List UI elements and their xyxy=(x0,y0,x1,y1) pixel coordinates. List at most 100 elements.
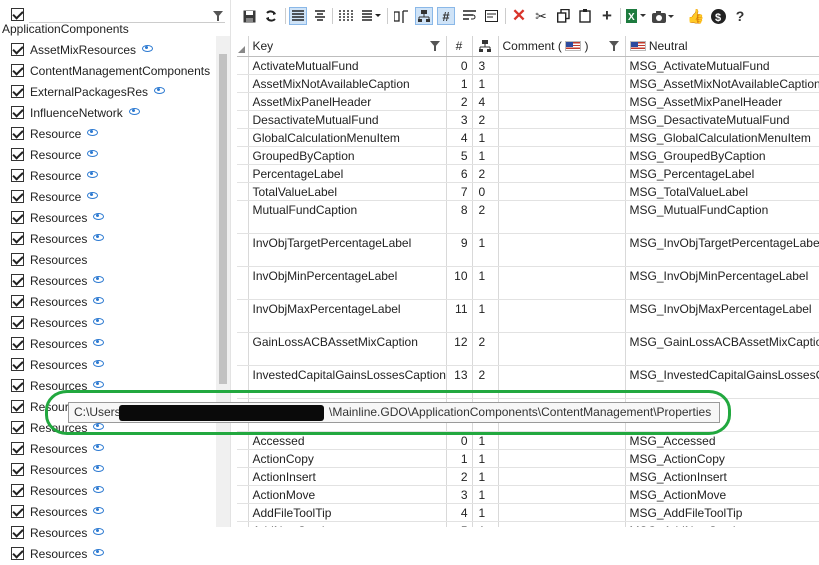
row-selector[interactable] xyxy=(237,164,249,183)
camera-icon[interactable] xyxy=(651,7,675,25)
tree-item-checkbox[interactable] xyxy=(11,85,24,98)
table-row[interactable]: TotalValueLabel 7 0 MSG_TotalValueLabel xyxy=(237,182,819,201)
key-cell[interactable]: GlobalCalculationMenuItem xyxy=(248,128,447,147)
neutral-cell[interactable]: MSG_AssetMixNotAvailableCaption xyxy=(625,74,819,93)
neutral-cell[interactable]: MSG_AddNewSection xyxy=(625,521,819,527)
row-selector[interactable] xyxy=(237,74,249,93)
comment-cell[interactable] xyxy=(498,365,626,399)
eye-icon[interactable] xyxy=(87,150,99,157)
row-selector[interactable] xyxy=(237,56,249,75)
dollar-icon[interactable]: $ xyxy=(709,7,727,25)
neutral-cell[interactable]: MSG_GlobalCalculationMenuItem xyxy=(625,128,819,147)
key-cell[interactable]: InvObjTargetPercentageLabel xyxy=(248,233,447,267)
eye-icon[interactable] xyxy=(93,360,105,367)
neutral-cell[interactable]: MSG_PercentageLabel xyxy=(625,164,819,183)
tree-item-checkbox[interactable] xyxy=(11,43,24,56)
tree-item[interactable]: ExternalPackagesRes xyxy=(0,82,214,103)
row-selector[interactable] xyxy=(237,200,249,234)
tree-item[interactable]: Resources xyxy=(0,502,214,523)
table-row[interactable]: AddNewSection51 MSG_AddNewSection xyxy=(237,521,819,527)
tree-item[interactable]: Resources xyxy=(0,523,214,544)
key-cell[interactable]: ActionCopy xyxy=(248,449,447,468)
row-selector[interactable] xyxy=(237,146,249,165)
key-cell[interactable]: MutualFundCaption xyxy=(248,200,447,234)
row-selector[interactable] xyxy=(237,128,249,147)
row-selector[interactable] xyxy=(237,182,249,201)
copy-icon[interactable] xyxy=(554,7,572,25)
tree-item-checkbox[interactable] xyxy=(11,211,24,224)
tree-item[interactable]: Resources xyxy=(0,376,214,397)
tree-item-checkbox[interactable] xyxy=(11,148,24,161)
row-selector[interactable] xyxy=(237,299,249,333)
comment-cell[interactable] xyxy=(498,521,626,527)
key-cell[interactable]: ActionMove xyxy=(248,485,447,504)
key-filter-icon[interactable] xyxy=(429,41,440,51)
tree-item[interactable]: Resources xyxy=(0,292,214,313)
insert-column-icon[interactable] xyxy=(392,7,410,25)
comment-cell[interactable] xyxy=(498,266,626,300)
tree-item[interactable]: Resources xyxy=(0,355,214,376)
comment-cell[interactable] xyxy=(498,56,626,75)
eye-icon[interactable] xyxy=(93,381,105,388)
neutral-cell[interactable]: MSG_GainLossACBAssetMixCaption xyxy=(625,332,819,366)
key-cell[interactable]: ActionInsert xyxy=(248,467,447,486)
tree-item-checkbox[interactable] xyxy=(11,505,24,518)
eye-icon[interactable] xyxy=(93,507,105,514)
tree-item-checkbox[interactable] xyxy=(11,379,24,392)
eye-icon[interactable] xyxy=(93,339,105,346)
table-row[interactable]: MutualFundCaption 8 2 MSG_MutualFundCaption xyxy=(237,200,819,234)
neutral-cell[interactable]: MSG_InvObjMinPercentageLabel xyxy=(625,266,819,300)
tree-item-checkbox[interactable] xyxy=(11,442,24,455)
tree-item[interactable]: Resources xyxy=(0,271,214,292)
align-left-icon[interactable] xyxy=(289,7,307,25)
tree-item[interactable]: AssetMixResources xyxy=(0,40,214,61)
eye-icon[interactable] xyxy=(93,486,105,493)
help-icon[interactable]: ? xyxy=(731,7,749,25)
align-center-icon[interactable] xyxy=(311,7,329,25)
key-cell[interactable]: TotalValueLabel xyxy=(248,182,447,201)
eye-icon[interactable] xyxy=(87,192,99,199)
eye-icon[interactable] xyxy=(93,444,105,451)
eye-icon[interactable] xyxy=(93,213,105,220)
tree-item-checkbox[interactable] xyxy=(11,190,24,203)
neutral-cell[interactable]: MSG_ActionMove xyxy=(625,485,819,504)
neutral-cell[interactable]: MSG_Accessed xyxy=(625,431,819,450)
row-selector[interactable] xyxy=(237,365,249,399)
table-row[interactable]: AssetMixNotAvailableCaption 1 1 MSG_AssetMi… xyxy=(237,74,819,93)
columns-2-icon[interactable] xyxy=(359,7,383,25)
eye-icon[interactable] xyxy=(128,108,140,115)
comment-cell[interactable] xyxy=(498,467,626,486)
tree-item-checkbox[interactable] xyxy=(11,526,24,539)
tree-scrollbar[interactable] xyxy=(216,36,230,527)
comment-cell[interactable] xyxy=(498,74,626,93)
comment-cell[interactable] xyxy=(498,299,626,333)
tree-item-checkbox[interactable] xyxy=(11,169,24,182)
row-selector[interactable] xyxy=(237,521,249,527)
column-header-neutral[interactable]: Neutral xyxy=(625,36,819,57)
eye-icon[interactable] xyxy=(93,318,105,325)
table-row[interactable]: ActionMove 3 1 MSG_ActionMove xyxy=(237,485,819,504)
tree-item-checkbox[interactable] xyxy=(11,421,24,434)
tree-filter-input[interactable] xyxy=(29,6,225,23)
tree-item-checkbox[interactable] xyxy=(11,274,24,287)
tree-item[interactable]: Resources xyxy=(0,250,214,271)
eye-icon[interactable] xyxy=(93,234,105,241)
key-cell[interactable]: AddNewSection xyxy=(248,521,447,527)
table-row[interactable]: AssetMixPanelHeader 2 4 MSG_AssetMixPanelHe… xyxy=(237,92,819,111)
table-row[interactable]: GroupedByCaption 5 1 MSG_GroupedByCaption xyxy=(237,146,819,165)
comment-filter-icon[interactable] xyxy=(608,41,619,51)
table-row[interactable]: InvestedCapitalGainsLossesCaption 13 2 MSG_… xyxy=(237,365,819,399)
neutral-cell[interactable]: MSG_AddFileToolTip xyxy=(625,503,819,522)
select-all-checkbox[interactable] xyxy=(11,8,24,21)
tree-item-checkbox[interactable] xyxy=(11,484,24,497)
tree-item-checkbox[interactable] xyxy=(11,253,24,266)
eye-icon[interactable] xyxy=(93,276,105,283)
tree-item[interactable]: Resources xyxy=(0,313,214,334)
comment-cell[interactable] xyxy=(498,164,626,183)
comment-cell[interactable] xyxy=(498,92,626,111)
neutral-cell[interactable]: MSG_InvestedCapitalGainsLossesCaption xyxy=(625,365,819,399)
tree-item-checkbox[interactable] xyxy=(11,232,24,245)
eye-icon[interactable] xyxy=(93,423,105,430)
eye-icon[interactable] xyxy=(87,171,99,178)
row-selector[interactable] xyxy=(237,503,249,522)
